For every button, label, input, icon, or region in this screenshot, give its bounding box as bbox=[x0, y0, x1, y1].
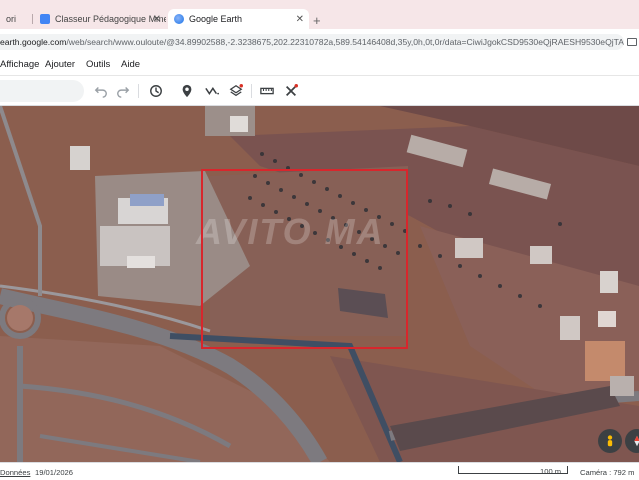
new-tab-button[interactable]: + bbox=[313, 14, 321, 27]
menu-affichage[interactable]: Affichage bbox=[0, 59, 39, 70]
url-host: earth.google.com bbox=[0, 37, 67, 47]
search-input[interactable] bbox=[0, 80, 84, 102]
close-icon[interactable]: ✕ bbox=[153, 14, 161, 25]
url-bar[interactable]: earth.google.com/web/search/www.ouloute/… bbox=[0, 34, 624, 50]
undo-icon[interactable] bbox=[92, 82, 110, 100]
pegman-button[interactable] bbox=[598, 429, 622, 453]
toolbar-separator bbox=[251, 84, 252, 98]
status-bar: Données 19/01/2026 100 m Caméra : 792 m bbox=[0, 462, 639, 480]
tab-classeur[interactable]: Classeur Pédagogique Mme N ✕ bbox=[34, 9, 166, 29]
tab-google-earth[interactable]: Google Earth ✕ bbox=[168, 9, 309, 29]
window-top-strip bbox=[0, 0, 639, 7]
menu-bar: Affichage Ajouter Outils Aide bbox=[0, 54, 639, 76]
tab-previous[interactable]: ori bbox=[0, 9, 30, 29]
camera-altitude: Caméra : 792 m bbox=[580, 468, 635, 477]
history-icon[interactable] bbox=[147, 82, 165, 100]
menu-ajouter[interactable]: Ajouter bbox=[45, 59, 75, 70]
imagery-data-link[interactable]: Données bbox=[0, 468, 30, 477]
satellite-map[interactable]: AVITO MA bbox=[0, 106, 639, 462]
docs-icon bbox=[40, 14, 50, 24]
scale-label: 100 m bbox=[540, 467, 562, 476]
url-path: /web/search/www.ouloute/@34.89902588,-2.… bbox=[66, 37, 624, 47]
window-icon[interactable] bbox=[627, 38, 637, 46]
toolbar bbox=[0, 76, 639, 106]
tab-separator bbox=[32, 14, 33, 24]
toolbar-separator bbox=[138, 84, 139, 98]
layers-icon[interactable] bbox=[227, 82, 245, 100]
tab-bar: ori Classeur Pédagogique Mme N ✕ Google … bbox=[0, 7, 639, 29]
measure-icon[interactable] bbox=[258, 82, 276, 100]
tab-label: Google Earth bbox=[189, 14, 243, 24]
path-icon[interactable] bbox=[203, 82, 221, 100]
close-icon[interactable]: ✕ bbox=[296, 14, 304, 25]
google-earth-icon bbox=[174, 14, 184, 24]
tools-icon[interactable] bbox=[282, 82, 300, 100]
tab-label: Classeur Pédagogique Mme N bbox=[55, 14, 166, 24]
placemark-icon[interactable] bbox=[178, 82, 196, 100]
imagery-date: 19/01/2026 bbox=[35, 468, 74, 477]
menu-aide[interactable]: Aide bbox=[121, 59, 140, 70]
tab-label: ori bbox=[6, 14, 17, 24]
menu-outils[interactable]: Outils bbox=[86, 59, 110, 70]
selection-rectangle[interactable] bbox=[201, 169, 408, 349]
redo-icon[interactable] bbox=[114, 82, 132, 100]
address-row: earth.google.com/web/search/www.ouloute/… bbox=[0, 29, 639, 54]
